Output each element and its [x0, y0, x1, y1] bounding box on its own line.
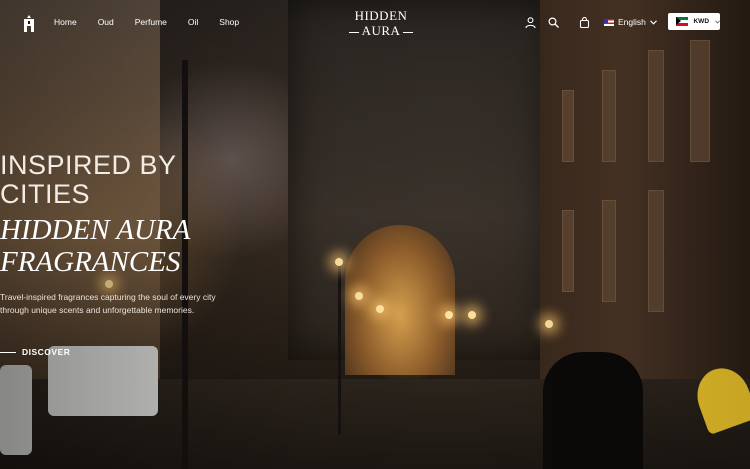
hero-description: Travel-inspired fragrances capturing the… — [0, 292, 216, 315]
nav-oil[interactable]: Oil — [188, 17, 198, 27]
cart-icon[interactable] — [579, 17, 590, 28]
nav-oud[interactable]: Oud — [98, 17, 114, 27]
language-selector[interactable]: English — [604, 17, 657, 27]
discover-label: DISCOVER — [22, 347, 71, 357]
us-flag-icon — [604, 18, 614, 26]
brand-logo[interactable]: HIDDEN AURA — [343, 9, 419, 38]
arrow-line-icon — [0, 351, 16, 353]
hero-eyebrow: INSPIRED BY CITIES — [0, 150, 177, 209]
kuwait-flag-icon — [676, 17, 689, 26]
hero-headline: HIDDEN AURA FRAGRANCES — [0, 214, 190, 278]
chevron-down-icon — [715, 20, 720, 24]
nav-perfume[interactable]: Perfume — [135, 17, 167, 27]
brand-line-2: AURA — [343, 23, 419, 38]
site-header: Home Oud Perfume Oil Shop HIDDEN AURA En… — [0, 0, 750, 46]
main-nav: Home Oud Perfume Oil Shop — [54, 17, 239, 27]
brand-line-2-text: AURA — [361, 23, 400, 38]
nav-shop[interactable]: Shop — [219, 17, 239, 27]
account-icon[interactable] — [525, 17, 536, 28]
chevron-down-icon — [650, 19, 657, 25]
search-icon[interactable] — [548, 17, 559, 28]
logo-mark-icon[interactable] — [22, 15, 36, 32]
currency-selector[interactable]: KWD — [668, 13, 720, 30]
brand-line-1: HIDDEN — [354, 8, 408, 23]
language-label: English — [618, 17, 646, 27]
currency-label: KWD — [693, 18, 710, 25]
nav-home[interactable]: Home — [54, 17, 77, 27]
discover-button[interactable]: DISCOVER — [0, 347, 70, 357]
